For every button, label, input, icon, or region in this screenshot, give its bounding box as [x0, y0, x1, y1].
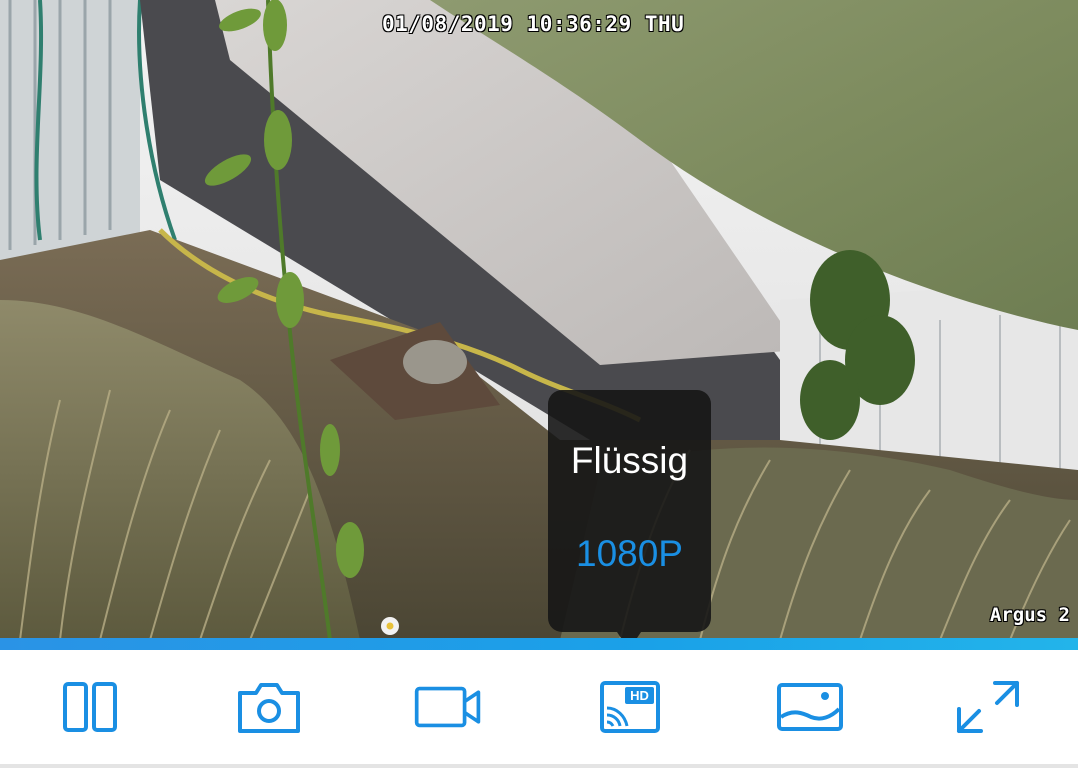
quality-option-1080p[interactable]: 1080P	[548, 533, 711, 575]
progress-line	[0, 638, 1078, 650]
quality-option-fluent[interactable]: Flüssig	[548, 440, 711, 482]
camera-name-overlay: Argus 2	[989, 604, 1070, 626]
record-button[interactable]	[413, 676, 483, 738]
camera-feed-image	[0, 0, 1078, 640]
live-view-screen: 01/08/2019 10:36:29 THU Argus 2 Flüssig …	[0, 0, 1078, 768]
bottom-toolbar: HD	[0, 650, 1078, 766]
quality-button[interactable]: HD	[595, 676, 665, 738]
fullscreen-button[interactable]	[953, 676, 1023, 738]
split-view-button[interactable]	[55, 676, 125, 738]
camera-icon	[238, 683, 300, 733]
bottom-divider	[0, 764, 1078, 768]
video-record-icon	[414, 686, 481, 728]
timestamp-overlay: 01/08/2019 10:36:29 THU	[382, 12, 685, 36]
fullscreen-icon	[957, 681, 1019, 733]
camera-feed[interactable]: 01/08/2019 10:36:29 THU Argus 2 Flüssig …	[0, 0, 1078, 640]
gallery-button[interactable]	[775, 676, 845, 738]
gallery-icon	[777, 683, 843, 731]
hd-quality-icon: HD	[600, 681, 660, 733]
svg-text:HD: HD	[630, 688, 649, 703]
quality-popup: Flüssig 1080P	[548, 390, 711, 640]
split-view-icon	[63, 682, 117, 732]
snapshot-button[interactable]	[234, 676, 304, 738]
